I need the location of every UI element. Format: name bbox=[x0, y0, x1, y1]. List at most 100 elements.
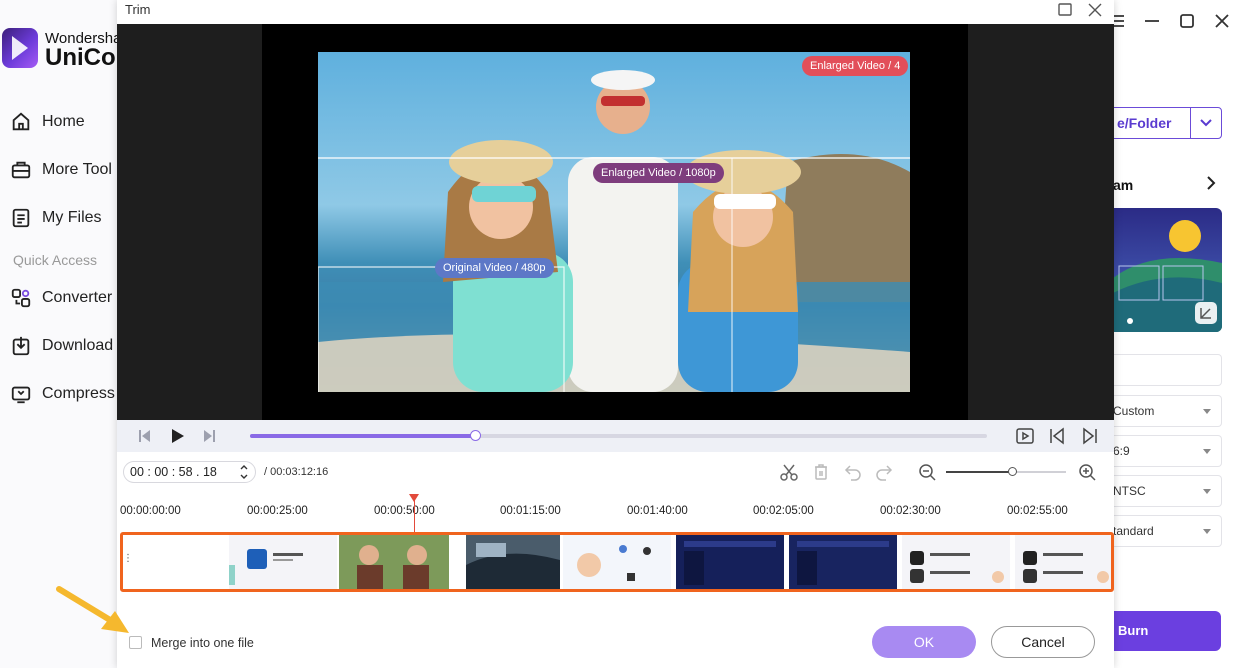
quick-access-heading: Quick Access bbox=[13, 252, 98, 268]
enlarged-video-tag: Enlarged Video / 1080p bbox=[593, 163, 724, 183]
timeline-thumbnail bbox=[563, 535, 671, 589]
sidebar-item-downloader[interactable]: Download bbox=[10, 331, 118, 361]
timeline-thumbnail bbox=[1015, 535, 1111, 589]
aspect-ratio-select[interactable]: 6:9 bbox=[1113, 435, 1222, 467]
sidebar-item-compressor[interactable]: Compress bbox=[10, 379, 118, 409]
sidebar-item-label: Home bbox=[42, 113, 85, 130]
undo-icon[interactable] bbox=[843, 462, 863, 482]
dialog-title: Trim bbox=[125, 2, 151, 17]
timeline-thumbnail bbox=[466, 535, 560, 589]
redo-icon[interactable] bbox=[874, 462, 894, 482]
home-icon bbox=[12, 112, 30, 131]
download-icon bbox=[12, 336, 30, 356]
video-frame: Enlarged Video / 4 Enlarged Video / 1080… bbox=[318, 52, 910, 392]
chevron-down-icon bbox=[1200, 119, 1212, 127]
timeline-thumbnail bbox=[902, 535, 1010, 589]
burn-button[interactable]: Burn bbox=[1113, 611, 1221, 651]
ruler-label: 00:01:15:00 bbox=[500, 505, 561, 517]
file-icon bbox=[12, 208, 30, 228]
zoom-slider[interactable] bbox=[946, 467, 1066, 476]
sidebar-item-home[interactable]: Home bbox=[10, 107, 118, 137]
select-value: 6:9 bbox=[1113, 444, 1130, 458]
timeline-thumbnail bbox=[339, 535, 449, 589]
sidebar-item-label: Compress bbox=[42, 385, 115, 402]
sidebar-item-my-files[interactable]: My Files bbox=[10, 203, 118, 233]
trim-dialog: Trim Enlarged Video / 4 Enlarged Video /… bbox=[117, 0, 1114, 668]
timeline-thumbnail bbox=[789, 535, 897, 589]
brand-name: UniCo bbox=[45, 44, 116, 71]
progress-handle[interactable] bbox=[469, 430, 481, 441]
zoom-handle[interactable] bbox=[1008, 467, 1017, 476]
video-canvas: Enlarged Video / 4 Enlarged Video / 1080… bbox=[262, 24, 968, 420]
sidebar-item-label: Download bbox=[42, 337, 114, 354]
progress-fill bbox=[250, 434, 475, 438]
toolbox-icon bbox=[11, 161, 31, 179]
zoom-out-icon[interactable] bbox=[917, 462, 937, 482]
sidebar-item-more-tools[interactable]: More Tool bbox=[10, 155, 118, 185]
time-stepper-icon[interactable] bbox=[239, 463, 249, 481]
template-thumbnail[interactable] bbox=[1113, 208, 1222, 332]
current-time-input[interactable]: 00 : 00 : 58 . 18 bbox=[123, 461, 256, 483]
minimize-icon[interactable] bbox=[1141, 10, 1163, 32]
video-frame-art bbox=[318, 70, 910, 392]
current-time-value: 00 : 00 : 58 . 18 bbox=[130, 465, 217, 479]
select-value: tandard bbox=[1113, 524, 1154, 538]
trim-selection[interactable]: ⋮ bbox=[120, 532, 1114, 592]
sidebar-item-label: More Tool bbox=[42, 161, 112, 178]
tv-standard-select[interactable]: NTSC bbox=[1113, 475, 1222, 507]
caret-down-icon bbox=[1203, 529, 1211, 534]
right-panel bbox=[1113, 0, 1233, 668]
ruler-label: 00:00:25:00 bbox=[247, 505, 308, 517]
timeline-playhead[interactable] bbox=[409, 494, 419, 534]
next-frame-icon[interactable] bbox=[199, 426, 219, 446]
scissors-icon[interactable] bbox=[779, 462, 799, 482]
caret-down-icon bbox=[1203, 409, 1211, 414]
caret-down-icon bbox=[1203, 489, 1211, 494]
menu-type-select[interactable]: Custom bbox=[1113, 395, 1222, 427]
play-icon[interactable] bbox=[167, 426, 187, 446]
app-logo bbox=[2, 28, 38, 68]
original-video-tag: Original Video / 480p bbox=[435, 258, 554, 278]
ruler-label: 00:02:05:00 bbox=[753, 505, 814, 517]
sidebar-item-label: My Files bbox=[42, 209, 102, 226]
timeline-ruler[interactable]: 00:00:00:00 00:00:25:00 00:00:50:00 00:0… bbox=[117, 492, 1114, 532]
previous-frame-icon[interactable] bbox=[135, 426, 155, 446]
caret-down-icon bbox=[1203, 449, 1211, 454]
timeline-thumbnail bbox=[676, 535, 784, 589]
close-icon[interactable] bbox=[1211, 10, 1233, 32]
playback-progress[interactable] bbox=[250, 430, 987, 441]
ruler-label: 00:02:30:00 bbox=[880, 505, 941, 517]
zoom-fill bbox=[946, 471, 1012, 473]
add-folder-dropdown[interactable] bbox=[1190, 107, 1222, 139]
skip-end-icon[interactable] bbox=[1080, 426, 1100, 446]
skip-start-icon[interactable] bbox=[1047, 426, 1067, 446]
quality-select[interactable]: tandard bbox=[1113, 515, 1222, 547]
maximize-icon[interactable] bbox=[1176, 10, 1198, 32]
sidebar-item-converter[interactable]: Converter bbox=[10, 283, 118, 313]
video-preview: Enlarged Video / 4 Enlarged Video / 1080… bbox=[117, 24, 1114, 420]
merge-label: Merge into one file bbox=[151, 636, 254, 650]
ruler-label: 00:00:00:00 bbox=[120, 505, 181, 517]
chevron-right-icon[interactable] bbox=[1203, 174, 1219, 192]
trim-left-handle[interactable]: ⋮ bbox=[123, 553, 133, 569]
converter-icon bbox=[11, 288, 31, 308]
preview-icon[interactable] bbox=[1015, 426, 1035, 446]
template-title: am bbox=[1113, 177, 1134, 193]
ruler-label: 00:01:40:00 bbox=[627, 505, 688, 517]
sidebar-item-label: Converter bbox=[42, 289, 113, 306]
sidebar: Wondersha UniCo Home More Tool My Files … bbox=[0, 0, 118, 668]
pointer-arrow-icon bbox=[56, 586, 129, 633]
ruler-label: 00:02:55:00 bbox=[1007, 505, 1068, 517]
total-duration: / 00:03:12:16 bbox=[264, 466, 329, 478]
enlarged-video-tag-top: Enlarged Video / 4 bbox=[802, 56, 909, 76]
output-name-field[interactable] bbox=[1113, 354, 1222, 386]
maximize-icon[interactable] bbox=[1057, 2, 1073, 18]
close-icon[interactable] bbox=[1087, 2, 1103, 18]
delete-icon[interactable] bbox=[811, 462, 831, 482]
zoom-in-icon[interactable] bbox=[1077, 462, 1097, 482]
ok-button[interactable]: OK bbox=[872, 626, 976, 658]
cancel-button[interactable]: Cancel bbox=[991, 626, 1095, 658]
ruler-label: 00:00:50:00 bbox=[374, 505, 435, 517]
select-value: Custom bbox=[1113, 404, 1155, 418]
select-value: NTSC bbox=[1113, 484, 1146, 498]
